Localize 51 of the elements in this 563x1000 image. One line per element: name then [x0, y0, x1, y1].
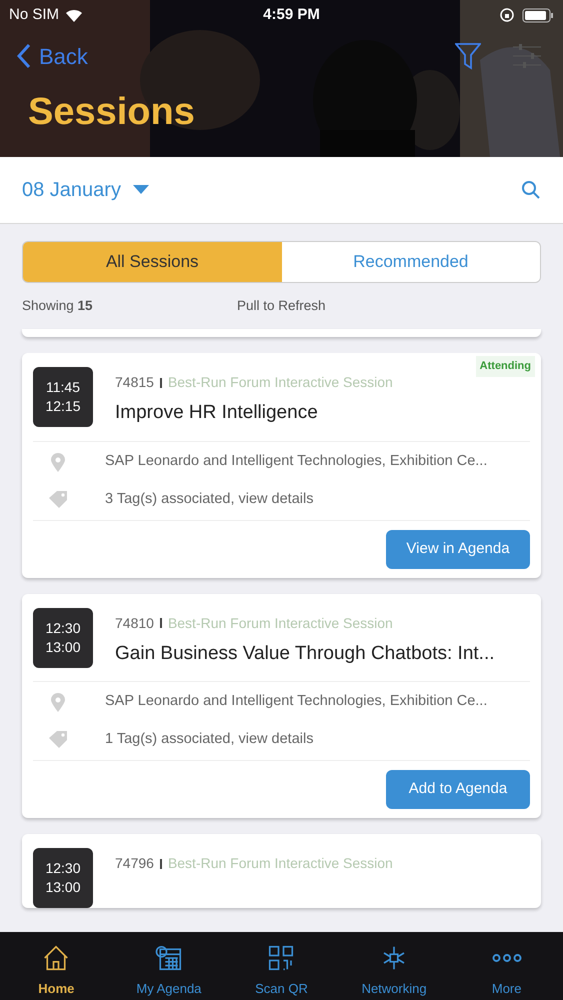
location-pin-icon	[49, 692, 67, 712]
date-dropdown[interactable]: 08 January	[22, 175, 149, 205]
pull-to-refresh-hint: Pull to Refresh	[237, 296, 326, 315]
session-id: 74815	[115, 373, 154, 392]
session-category: Best-Run Forum Interactive Session	[168, 854, 393, 873]
carrier-label: No SIM	[9, 4, 60, 25]
back-button[interactable]: Back	[17, 40, 88, 72]
filter-icon[interactable]	[455, 42, 481, 70]
segment-tab[interactable]: Recommended	[282, 242, 540, 282]
start-time: 12:30	[45, 618, 81, 638]
tags-link[interactable]: 3 Tag(s) associated, view details	[105, 488, 314, 510]
start-time: 11:45	[46, 378, 80, 397]
more-icon	[492, 952, 522, 962]
battery-icon	[522, 8, 554, 22]
session-location: SAP Leonardo and Intelligent Technologies, Exhibition Ce...	[105, 692, 488, 712]
status-time: 4:59 PM	[263, 4, 320, 25]
session-category: Best-Run Forum Interactive Session	[168, 373, 393, 392]
end-time: 13:00	[45, 878, 81, 897]
tab-bar-item[interactable]: Scan QR	[231, 942, 332, 998]
search-icon[interactable]	[521, 180, 541, 200]
tab-bar-item[interactable]: Home	[6, 942, 106, 998]
showing-count: Showing 15	[22, 296, 94, 315]
session-location: SAP Leonardo and Intelligent Technologies, Exhibition Ce...	[105, 452, 488, 471]
session-id: 74810	[115, 614, 154, 632]
session-card[interactable]: 12:30 13:00 74796 Best-Run Forum Interactive Session	[22, 834, 541, 908]
tag-icon	[47, 490, 69, 510]
segment-tab[interactable]: All Sessions	[23, 242, 282, 282]
start-time: 12:30	[45, 859, 81, 878]
sliders-icon[interactable]	[511, 43, 543, 69]
attending-badge: Attending	[476, 356, 535, 376]
session-title: Improve HR Intelligence	[115, 401, 319, 425]
agenda-button[interactable]: View in Agenda	[386, 530, 530, 568]
tag-icon	[47, 730, 69, 750]
tab-bar-item[interactable]: More	[456, 942, 557, 998]
session-card[interactable]: Attending 11:45 12:15 74815 Best-Run Forum Interactive Session Improve HR Intelligence SAP Leonardo and Intelligent Technologies, Exhibition Ce... 3 Tag(s) associated, view details View in Agenda	[22, 353, 541, 578]
end-time: 12:15	[45, 397, 81, 416]
session-title: Gain Business Value Through Chatbots: Int...	[115, 642, 495, 666]
session-id: 74796	[115, 854, 154, 873]
rotation-lock-icon	[500, 8, 514, 22]
tab-bar-item[interactable]: My Agenda	[118, 942, 219, 998]
wifi-icon	[65, 8, 84, 22]
page-title: Sessions	[27, 90, 196, 135]
agenda-button[interactable]: Add to Agenda	[386, 770, 530, 809]
tags-link[interactable]: 1 Tag(s) associated, view details	[105, 729, 314, 751]
caret-icon	[132, 185, 149, 195]
back-chevron-icon	[17, 43, 31, 69]
location-pin-icon	[49, 452, 67, 472]
tab-bar-item[interactable]: Networking	[344, 942, 444, 998]
session-category: Best-Run Forum Interactive Session	[168, 614, 393, 632]
end-time: 13:00	[45, 638, 81, 656]
session-card[interactable]	[22, 594, 541, 818]
